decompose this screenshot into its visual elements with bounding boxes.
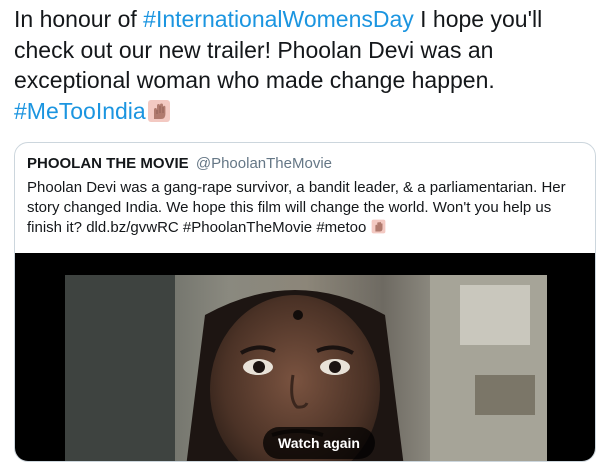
tweet-text-intro: In honour of — [14, 6, 144, 32]
watch-again-button[interactable]: Watch again — [263, 427, 375, 459]
quoted-tweet-body: Phoolan Devi was a gang-rape survivor, a… — [27, 178, 587, 238]
quoted-handle[interactable]: @PhoolanTheMovie — [196, 155, 332, 172]
raised-fist-emoji-icon — [371, 219, 385, 234]
tweet: In honour of #InternationalWomensDay I h… — [0, 0, 600, 462]
tweet-text: In honour of #InternationalWomensDay I h… — [14, 4, 594, 126]
quoted-tweet-text: Phoolan Devi was a gang-rape survivor, a… — [27, 179, 566, 236]
hashtag-international-womens-day[interactable]: #InternationalWomensDay — [143, 6, 414, 32]
quoted-tweet-header: PHOOLAN THE MOVIE @PhoolanTheMovie — [27, 155, 332, 173]
raised-fist-emoji-icon — [147, 99, 170, 122]
quoted-tweet-card[interactable]: PHOOLAN THE MOVIE @PhoolanTheMovie Phool… — [14, 142, 596, 462]
hashtag-metooindia[interactable]: #MeTooIndia — [14, 98, 146, 124]
quoted-display-name[interactable]: PHOOLAN THE MOVIE — [27, 155, 189, 172]
